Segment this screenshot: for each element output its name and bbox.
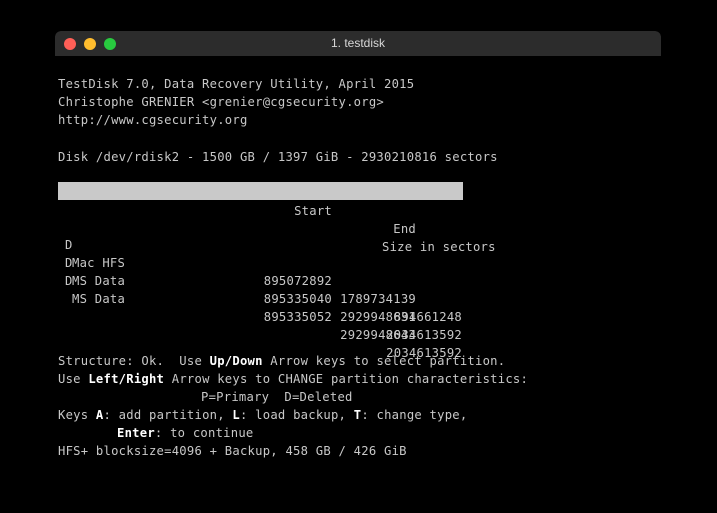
- keys-prefix-text: Keys: [58, 408, 96, 422]
- table-row[interactable]: > D Mac HFS 411648 895072895 894661248: [58, 182, 463, 200]
- table-row[interactable]: D MS Data 895335040 2929948631 203461359…: [58, 218, 463, 236]
- author-line: Christophe GRENIER <grenier@cgsecurity.o…: [58, 93, 384, 111]
- row-start: 411648: [254, 254, 332, 272]
- enter-instruction-line: Enter: to continue: [117, 424, 253, 442]
- row-flag: [58, 254, 66, 272]
- leftright-key-label: Left/Right: [88, 372, 164, 386]
- row-deleted-flag: D: [65, 272, 73, 290]
- row-start: 895335040: [254, 290, 332, 308]
- row-start: 895072892: [254, 272, 332, 290]
- structure-prefix-text: Structure: Ok. Use: [58, 354, 210, 368]
- app-title-line: TestDisk 7.0, Data Recovery Utility, Apr…: [58, 75, 414, 93]
- use-prefix-text: Use: [58, 372, 88, 386]
- key-enter-label: Enter: [117, 426, 155, 440]
- partition-legend-line: P=Primary D=Deleted: [201, 388, 353, 406]
- row-start: 895335052: [254, 308, 332, 326]
- hfs-footer-line: HFS+ blocksize=4096 + Backup, 458 GB / 4…: [58, 442, 407, 460]
- website-line: http://www.cgsecurity.org: [58, 111, 248, 129]
- row-partition-type: MS Data: [72, 290, 125, 308]
- row-end: 1789734139: [334, 290, 416, 308]
- disk-info-line: Disk /dev/rdisk2 - 1500 GB / 1397 GiB - …: [58, 148, 498, 166]
- key-enter-text: : to continue: [155, 426, 254, 440]
- table-row[interactable]: D Mac HFS 895072892 1789734139 894661248: [58, 200, 463, 218]
- structure-suffix-text: Arrow keys to select partition.: [263, 354, 506, 368]
- window-controls: [64, 31, 116, 56]
- minimize-button[interactable]: [84, 38, 96, 50]
- key-l-label: L: [232, 408, 240, 422]
- row-end: 2929948643: [334, 326, 416, 344]
- use-suffix-text: Arrow keys to CHANGE partition character…: [164, 372, 528, 386]
- window-title: 1. testdisk: [55, 31, 661, 56]
- desktop-background: 1. testdisk TestDisk 7.0, Data Recovery …: [0, 0, 717, 513]
- close-button[interactable]: [64, 38, 76, 50]
- key-a-label: A: [96, 408, 104, 422]
- terminal-content[interactable]: TestDisk 7.0, Data Recovery Utility, Apr…: [55, 56, 661, 513]
- keys-instruction-line: Keys A: add partition, L: load backup, T…: [58, 406, 467, 424]
- terminal-window: 1. testdisk TestDisk 7.0, Data Recovery …: [55, 31, 661, 513]
- structure-status-line: Structure: Ok. Use Up/Down Arrow keys to…: [58, 352, 505, 370]
- key-a-text: : add partition,: [104, 408, 233, 422]
- maximize-button[interactable]: [104, 38, 116, 50]
- row-end: 2929948631: [334, 308, 416, 326]
- key-t-text: : change type,: [361, 408, 467, 422]
- updown-key-label: Up/Down: [210, 354, 263, 368]
- row-end: 895072895: [334, 272, 416, 290]
- table-row[interactable]: D MS Data 895335052 2929948643 203461359…: [58, 236, 463, 254]
- window-titlebar[interactable]: 1. testdisk: [55, 31, 661, 56]
- leftright-instruction-line: Use Left/Right Arrow keys to CHANGE part…: [58, 370, 528, 388]
- key-l-text: : load backup,: [240, 408, 354, 422]
